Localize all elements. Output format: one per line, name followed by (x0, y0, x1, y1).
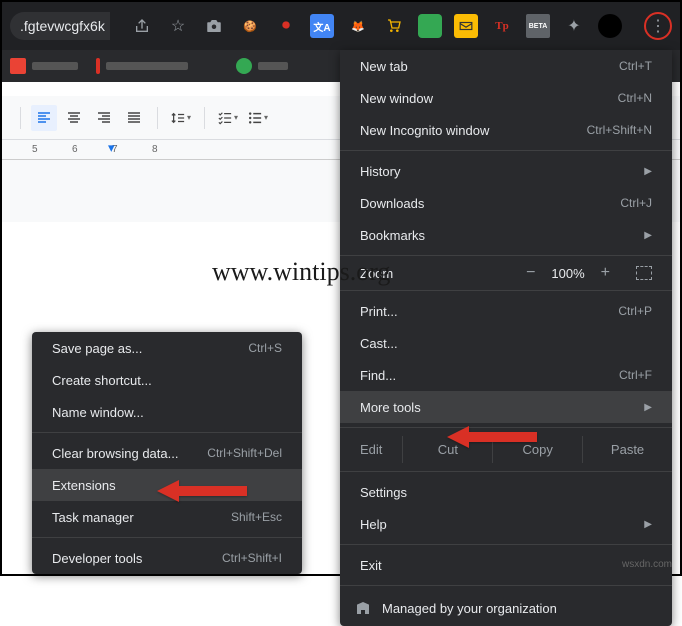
more-tools-submenu: Save page as...Ctrl+S Create shortcut...… (32, 332, 302, 574)
camera-icon[interactable] (202, 14, 226, 38)
zoom-in-button[interactable]: + (601, 264, 610, 282)
menu-separator (340, 544, 672, 545)
align-left-button[interactable] (31, 105, 57, 131)
extension-mail-icon[interactable] (454, 14, 478, 38)
browser-top-bar: .fgtevwcgfx6k ☆ 🍪 ⏺ 文A 🦊 Tp BETA ✦ ⋮ (2, 2, 680, 50)
managed-by-org-item[interactable]: Managed by your organization (340, 590, 672, 626)
ruler-tick: 5 (32, 144, 72, 155)
downloads-item[interactable]: DownloadsCtrl+J (340, 187, 672, 219)
cast-item[interactable]: Cast... (340, 327, 672, 359)
find-item[interactable]: Find...Ctrl+F (340, 359, 672, 391)
task-manager-item[interactable]: Task managerShift+Esc (32, 501, 302, 533)
chrome-menu-button[interactable]: ⋮ (644, 12, 672, 40)
developer-tools-item[interactable]: Developer toolsCtrl+Shift+I (32, 542, 302, 574)
menu-separator (340, 290, 672, 291)
menu-separator (340, 255, 672, 256)
extension-beta-icon[interactable]: BETA (526, 14, 550, 38)
settings-item[interactable]: Settings (340, 476, 672, 508)
new-incognito-item[interactable]: New Incognito windowCtrl+Shift+N (340, 114, 672, 146)
history-item[interactable]: History▶ (340, 155, 672, 187)
tab-item[interactable] (96, 58, 188, 74)
extension-translate-icon[interactable]: 文A (310, 14, 334, 38)
align-right-button[interactable] (91, 105, 117, 131)
star-icon[interactable]: ☆ (166, 14, 190, 38)
name-window-item[interactable]: Name window... (32, 396, 302, 428)
bookmarks-item[interactable]: Bookmarks▶ (340, 219, 672, 251)
help-item[interactable]: Help▶ (340, 508, 672, 540)
extension-fox-icon[interactable]: 🦊 (346, 14, 370, 38)
align-justify-button[interactable] (121, 105, 147, 131)
zoom-row: Zoom − 100% + (340, 260, 672, 286)
edit-label: Edit (340, 436, 402, 463)
zoom-value: 100% (551, 266, 584, 281)
more-tools-item[interactable]: More tools▶ (340, 391, 672, 423)
tab-item[interactable] (236, 58, 288, 74)
paste-button[interactable]: Paste (582, 436, 672, 463)
share-icon[interactable] (130, 14, 154, 38)
align-center-button[interactable] (61, 105, 87, 131)
credit-text: wsxdn.com (622, 559, 672, 570)
checklist-button[interactable] (215, 105, 241, 131)
fullscreen-icon[interactable] (636, 266, 652, 280)
bullet-list-button[interactable] (245, 105, 271, 131)
toolbar-icons: ☆ 🍪 ⏺ 文A 🦊 Tp BETA ✦ (130, 14, 622, 38)
menu-separator (32, 537, 302, 538)
record-icon[interactable]: ⏺ (274, 14, 298, 38)
menu-separator (340, 150, 672, 151)
extension-green-icon[interactable] (418, 14, 442, 38)
submenu-arrow-icon: ▶ (644, 230, 652, 241)
chrome-main-menu: New tabCtrl+T New windowCtrl+N New Incog… (340, 50, 672, 626)
clear-browsing-data-item[interactable]: Clear browsing data...Ctrl+Shift+Del (32, 437, 302, 469)
ruler-tick: 7 (112, 144, 152, 155)
menu-separator (32, 432, 302, 433)
ruler-tick: 6 (72, 144, 112, 155)
new-tab-item[interactable]: New tabCtrl+T (340, 50, 672, 82)
submenu-arrow-icon: ▶ (644, 166, 652, 177)
puzzle-icon[interactable]: ✦ (562, 14, 586, 38)
ruler-tick: 8 (152, 144, 192, 155)
annotation-arrow (157, 478, 247, 504)
ruler-indent-marker[interactable]: ▾ (108, 140, 115, 156)
annotation-arrow (447, 424, 537, 450)
zoom-out-button[interactable]: − (526, 264, 535, 282)
address-bar[interactable]: .fgtevwcgfx6k (10, 12, 110, 40)
new-window-item[interactable]: New windowCtrl+N (340, 82, 672, 114)
menu-separator (340, 471, 672, 472)
menu-separator (340, 585, 672, 586)
extension-tp-icon[interactable]: Tp (490, 14, 514, 38)
extension-cookie-icon[interactable]: 🍪 (238, 14, 262, 38)
tab-item[interactable] (10, 58, 78, 74)
create-shortcut-item[interactable]: Create shortcut... (32, 364, 302, 396)
profile-avatar[interactable] (598, 14, 622, 38)
print-item[interactable]: Print...Ctrl+P (340, 295, 672, 327)
line-spacing-button[interactable] (168, 105, 194, 131)
submenu-arrow-icon: ▶ (644, 519, 652, 530)
save-page-item[interactable]: Save page as...Ctrl+S (32, 332, 302, 364)
zoom-label: Zoom (360, 266, 393, 281)
building-icon (354, 599, 372, 617)
extension-cart-icon[interactable] (382, 14, 406, 38)
submenu-arrow-icon: ▶ (644, 402, 652, 413)
